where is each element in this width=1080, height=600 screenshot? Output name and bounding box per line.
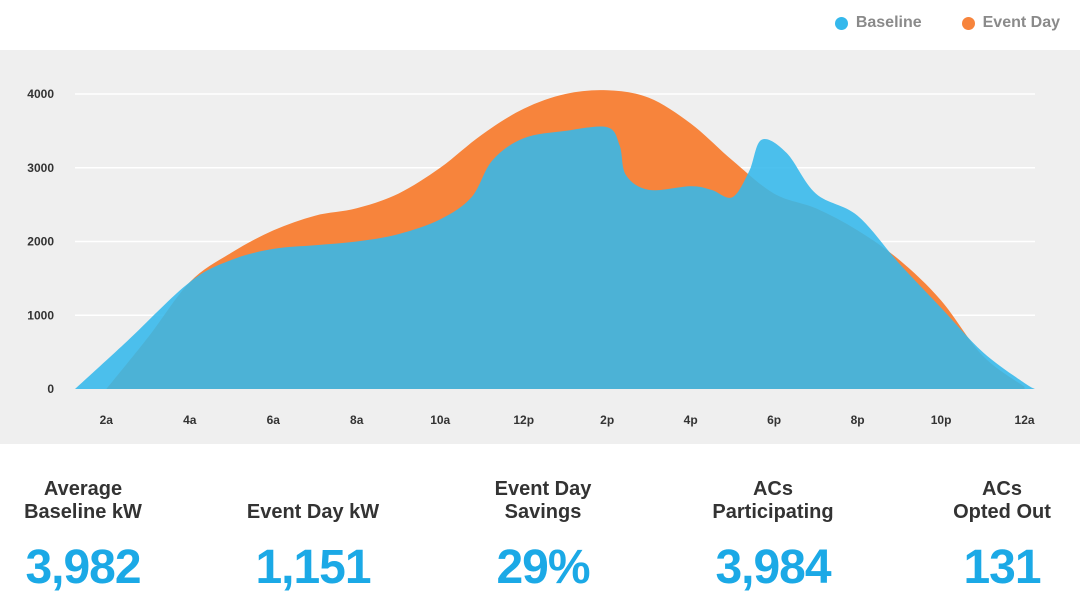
stat-label: Event Day kW: [246, 501, 380, 523]
chart-panel: 0 1000 2000 3000 4000 2a 4a 6a 8a 10a 12p 2p 4p 6p 8p 1…: [0, 50, 1080, 444]
stat-label: Average Baseline kW: [24, 478, 142, 523]
stat-event-day-kw: Event Day kW 1,151: [203, 478, 423, 594]
x-tick-label: 2p: [600, 413, 614, 427]
y-tick-label: 1000: [27, 308, 54, 322]
x-tick-label: 12p: [513, 413, 534, 427]
stat-acs-opted-out: ACs Opted Out 131: [892, 478, 1080, 594]
stat-acs-participating: ACs Participating 3,984: [663, 478, 883, 594]
x-tick-label: 4a: [183, 413, 197, 427]
x-tick-label: 8a: [350, 413, 364, 427]
x-tick-label: 10a: [430, 413, 450, 427]
stat-value: 1,151: [255, 541, 371, 594]
legend-swatch-baseline: [834, 16, 848, 30]
stat-label: ACs Participating: [712, 478, 834, 523]
legend-label-event-day: Event Day: [982, 14, 1060, 31]
stats-row: Average Baseline kW 3,982 Event Day kW 1…: [0, 478, 1080, 600]
stat-value: 131: [963, 541, 1041, 594]
stat-label: ACs Opted Out: [953, 478, 1051, 523]
y-tick-label: 3000: [27, 161, 54, 175]
x-tick-label: 8p: [851, 413, 865, 427]
legend-item-event-day[interactable]: Event Day: [961, 14, 1060, 32]
x-tick-label: 6a: [267, 413, 281, 427]
stat-event-day-savings: Event Day Savings 29%: [433, 478, 653, 594]
x-tick-label: 12a: [1015, 413, 1035, 427]
legend-label-baseline: Baseline: [855, 14, 922, 31]
x-tick-label: 2a: [100, 413, 114, 427]
y-tick-label: 0: [47, 382, 54, 396]
stat-value: 29%: [496, 541, 590, 594]
y-tick-label: 2000: [27, 235, 54, 249]
chart-legend: Baseline Event Day: [834, 14, 1060, 32]
area-chart: 0 1000 2000 3000 4000 2a 4a 6a 8a 10a 12p 2p 4p 6p 8p 1…: [27, 87, 1035, 427]
stat-value: 3,982: [25, 541, 141, 594]
x-tick-label: 4p: [684, 413, 698, 427]
x-tick-label: 6p: [767, 413, 781, 427]
x-tick-label: 10p: [931, 413, 952, 427]
legend-item-baseline[interactable]: Baseline: [834, 14, 922, 32]
y-tick-label: 4000: [27, 87, 54, 101]
stat-label: Event Day Savings: [494, 478, 592, 523]
stat-value: 3,984: [715, 541, 831, 594]
stat-average-baseline: Average Baseline kW 3,982: [0, 478, 193, 594]
legend-swatch-event-day: [961, 16, 975, 30]
series-area-baseline: [75, 126, 1035, 389]
